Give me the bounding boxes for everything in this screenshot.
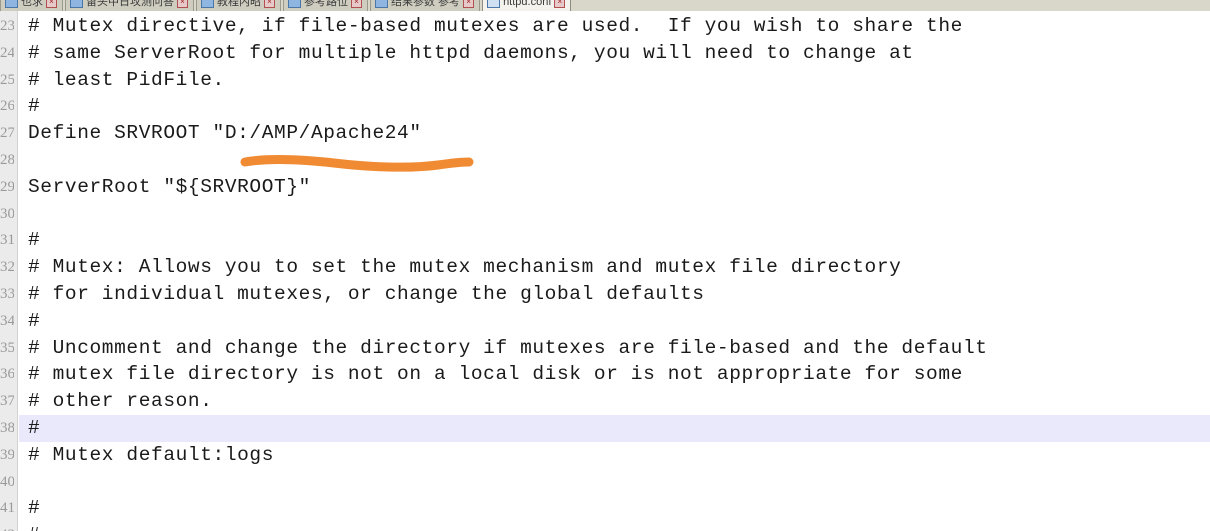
code-line[interactable]: # Mutex: Allows you to set the mutex mec… [19,254,1210,281]
code-line[interactable]: # [19,227,1210,254]
code-line-text: # [28,95,41,118]
code-line-text: # Uncomment and change the directory if … [28,336,988,359]
tab-label: 结果参数 参考 [391,0,461,8]
tab-item-4[interactable]: 结果参数 参考 × [370,0,481,11]
line-number-gutter: 23 24 25 26 27 28 29 30 31 32 33 34 35 36 37 38 39 40 41 42 [0,11,18,531]
code-line-text: # for individual mutexes, or change the … [28,283,705,305]
code-line-text: # other reason. [28,390,213,413]
document-icon [375,0,388,8]
tab-item-1[interactable]: 留头中日攻测问答 × [65,0,194,11]
line-number: 33 [0,286,14,302]
line-number: 28 [0,152,14,168]
line-number: 36 [0,366,14,383]
code-line[interactable]: # same ServerRoot for multiple httpd dae… [19,40,1210,67]
document-icon [5,0,18,8]
code-line[interactable]: # [19,522,1210,531]
code-line-text: ServerRoot "${SRVROOT}" [28,175,311,198]
code-text-area[interactable]: # Mutex directive, if file-based mutexes… [19,11,1210,531]
tab-item-3[interactable]: 参考路位 × [283,0,368,11]
tab-label: httpd.conf [503,0,552,8]
code-line-text: # Mutex: Allows you to set the mutex mec… [28,256,902,279]
document-icon [70,0,83,8]
code-line-text: # least PidFile. [28,68,225,91]
code-line[interactable]: # [19,308,1210,335]
line-number: 41 [0,500,14,517]
code-line-current[interactable]: # [19,415,1210,442]
line-number: 38 [0,420,14,436]
line-number: 35 [0,339,14,356]
close-icon[interactable]: × [554,0,566,8]
tab-label: 参考路位 [304,0,348,8]
code-line-text: # mutex file directory is not on a local… [28,363,963,386]
line-number: 29 [0,178,14,195]
tab-label: 教程内昭 [217,0,261,8]
line-number: 39 [0,446,14,463]
line-number: 37 [0,393,14,410]
code-line-text: # same ServerRoot for multiple httpd dae… [28,41,914,64]
close-icon[interactable]: × [463,0,475,8]
line-number: 34 [0,312,14,329]
tab-label: 留头中日攻测问答 [86,0,174,8]
code-line-text: # Mutex default:logs [28,443,275,466]
document-icon [487,0,501,8]
line-number: 25 [0,71,14,88]
code-line[interactable]: # Uncomment and change the directory if … [19,335,1210,362]
code-line-text: # [28,417,41,439]
code-line-text: # [28,309,41,332]
code-line[interactable]: # Mutex default:logs [19,442,1210,469]
close-icon[interactable]: × [351,0,362,8]
line-number: 27 [0,125,14,142]
line-number: 40 [0,473,14,490]
code-line[interactable]: # least PidFile. [19,67,1210,94]
line-number: 32 [0,259,14,276]
code-line[interactable] [19,201,1210,228]
code-line[interactable]: # [19,93,1210,120]
code-line-text: # [28,229,41,252]
line-number: 30 [0,205,14,222]
tab-item-2[interactable]: 教程内昭 × [196,0,281,11]
line-number: 24 [0,44,14,61]
tab-label: 也求 [21,0,43,8]
code-line[interactable]: # mutex file directory is not on a local… [19,361,1210,388]
line-number: 42 [0,522,14,531]
code-line[interactable]: # Mutex directive, if file-based mutexes… [19,13,1210,40]
code-line-text: # [28,497,41,520]
code-line[interactable] [19,147,1210,174]
close-icon[interactable]: × [46,0,57,8]
tab-item-0[interactable]: 也求 × [0,0,63,11]
tab-httpd-conf[interactable]: httpd.conf × [482,0,572,11]
code-line[interactable]: # [19,495,1210,522]
line-number: 26 [0,98,14,115]
code-line-text: # Mutex directive, if file-based mutexes… [28,15,963,37]
code-line[interactable]: # other reason. [19,388,1210,415]
document-icon [201,0,214,8]
code-editor[interactable]: 23 24 25 26 27 28 29 30 31 32 33 34 35 36 37 38 39 40 41 42… [0,11,1210,531]
line-number: 31 [0,232,14,249]
code-line[interactable]: ServerRoot "${SRVROOT}" [19,174,1210,201]
line-number: 23 [0,18,14,34]
code-line-text: # [28,522,40,531]
code-line-text: Define SRVROOT "D:/AMP/Apache24" [28,122,422,145]
code-line[interactable] [19,469,1210,496]
document-icon [288,0,301,8]
close-icon[interactable]: × [264,0,275,8]
code-line[interactable]: # for individual mutexes, or change the … [19,281,1210,308]
close-icon[interactable]: × [177,0,188,8]
code-line[interactable]: Define SRVROOT "D:/AMP/Apache24" [19,120,1210,147]
